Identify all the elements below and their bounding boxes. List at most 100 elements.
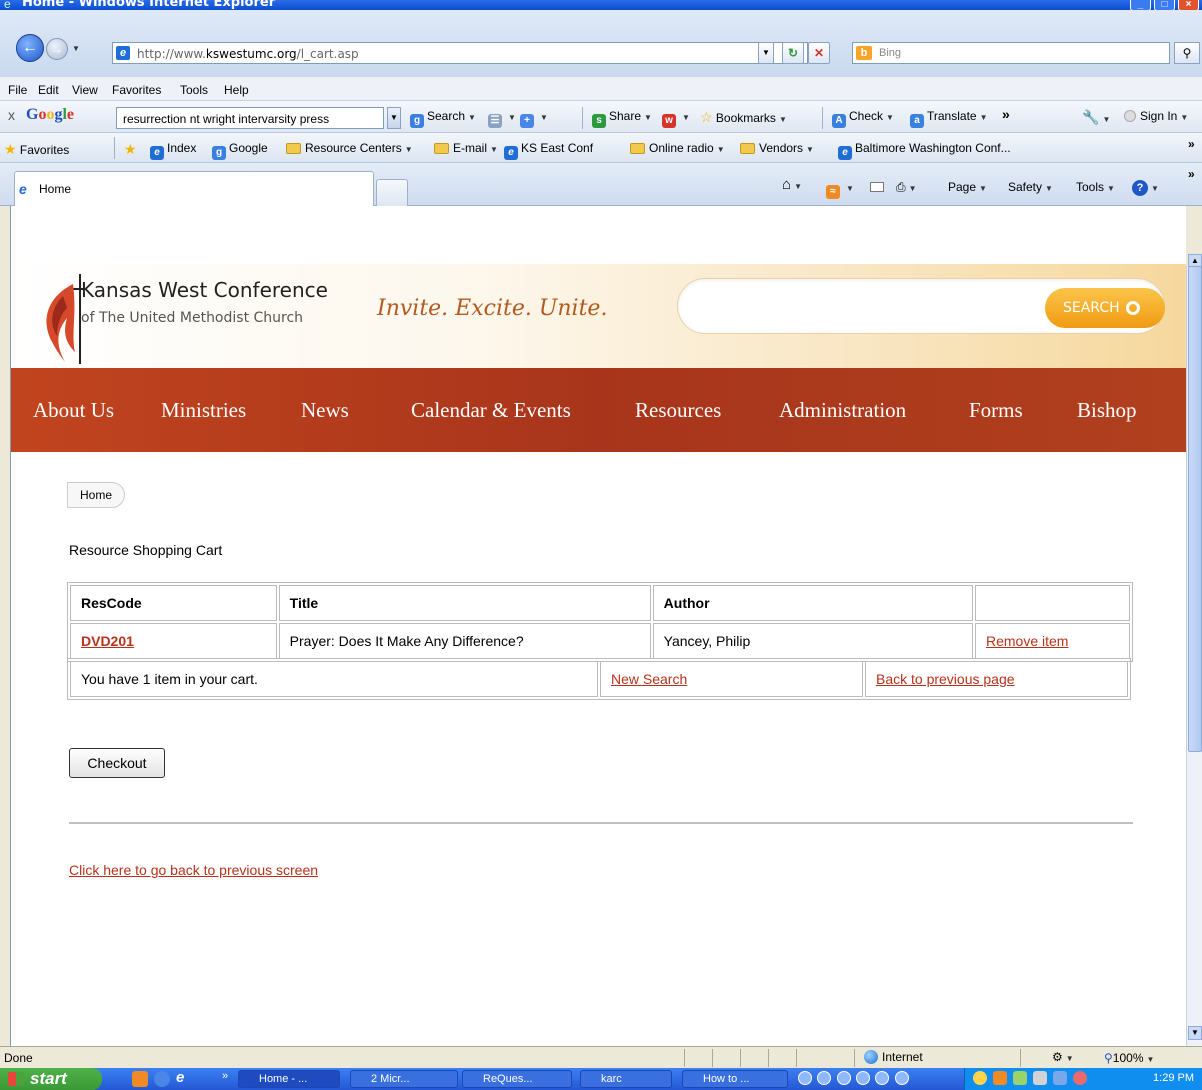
google-search-button[interactable]: g Search ▼ bbox=[410, 109, 476, 128]
bing-search-input[interactable]: b Bing bbox=[852, 42, 1170, 64]
command-overflow-button[interactable]: » bbox=[1188, 167, 1195, 181]
media-button-icon[interactable] bbox=[836, 1071, 851, 1085]
breadcrumb-home[interactable]: Home bbox=[67, 482, 126, 508]
nav-news[interactable]: News bbox=[301, 398, 349, 423]
tab-home[interactable]: e Home bbox=[14, 171, 374, 206]
search-go-button[interactable]: ⚲ bbox=[1174, 42, 1200, 64]
close-toolbar-icon[interactable]: x bbox=[8, 107, 15, 123]
menu-tools[interactable]: Tools bbox=[180, 83, 208, 97]
tray-icon[interactable] bbox=[973, 1071, 987, 1085]
protected-mode-icon[interactable]: ⚙ ▼ bbox=[1052, 1050, 1074, 1064]
nav-about-us[interactable]: About Us bbox=[33, 398, 114, 423]
favorites-button[interactable]: ★ Favorites bbox=[4, 141, 69, 158]
favorite-ks-east-conf[interactable]: e KS East Conf bbox=[504, 141, 593, 160]
rescode-link[interactable]: DVD201 bbox=[81, 633, 134, 649]
help-button[interactable]: ? ▼ bbox=[1132, 180, 1159, 196]
tray-icon[interactable] bbox=[1033, 1071, 1047, 1085]
nav-administration[interactable]: Administration bbox=[779, 398, 906, 423]
back-button[interactable]: ← bbox=[16, 34, 44, 62]
favorite-email[interactable]: E-mail ▼ bbox=[434, 141, 498, 155]
menu-favorites[interactable]: Favorites bbox=[112, 83, 161, 97]
nav-ministries[interactable]: Ministries bbox=[161, 398, 246, 423]
security-zone[interactable]: Internet bbox=[864, 1050, 923, 1064]
translate-button[interactable]: a Translate ▼ bbox=[910, 109, 988, 128]
media-button-icon[interactable] bbox=[875, 1071, 890, 1085]
tray-icon[interactable] bbox=[993, 1071, 1007, 1085]
menu-edit[interactable]: Edit bbox=[38, 83, 59, 97]
ie-quicklaunch-icon[interactable]: e bbox=[176, 1069, 184, 1086]
scroll-down-icon[interactable]: ▼ bbox=[1188, 1026, 1202, 1040]
nav-calendar-events[interactable]: Calendar & Events bbox=[411, 398, 571, 423]
nav-forms[interactable]: Forms bbox=[969, 398, 1023, 423]
menu-help[interactable]: Help bbox=[224, 83, 249, 97]
bookmarks-button[interactable]: ☆ Bookmarks ▼ bbox=[700, 109, 787, 126]
start-button[interactable]: start bbox=[0, 1068, 102, 1090]
menu-view[interactable]: View bbox=[72, 83, 98, 97]
google-search-input[interactable]: resurrection nt wright intervarsity pres… bbox=[116, 107, 384, 129]
media-button-icon[interactable] bbox=[856, 1071, 871, 1085]
taskbar-item-microsoft[interactable]: 2 Micr... bbox=[350, 1070, 458, 1088]
google-query-dropdown[interactable]: ▼ bbox=[387, 107, 401, 129]
menu-file[interactable]: File bbox=[8, 83, 27, 97]
taskbar-item-how-to[interactable]: How to ... bbox=[682, 1070, 788, 1088]
tray-icon[interactable] bbox=[1073, 1071, 1087, 1085]
minimize-button[interactable]: _ bbox=[1130, 0, 1151, 10]
sidewiki-button[interactable]: w ▼ bbox=[662, 109, 690, 128]
new-tab-button[interactable] bbox=[376, 179, 408, 206]
toolbar-options-button[interactable]: ☰ ▼ bbox=[488, 109, 516, 128]
spell-check-button[interactable]: A Check ▼ bbox=[832, 109, 894, 128]
media-player-controls[interactable] bbox=[798, 1071, 958, 1087]
tray-icon[interactable] bbox=[1053, 1071, 1067, 1085]
quicklaunch-icon[interactable] bbox=[132, 1071, 148, 1087]
refresh-button[interactable]: ↻ bbox=[782, 42, 804, 64]
media-button-icon[interactable] bbox=[798, 1071, 812, 1085]
media-button-icon[interactable] bbox=[817, 1071, 832, 1085]
taskbar-item-home[interactable]: Home - ... bbox=[238, 1070, 340, 1088]
favorite-baltimore-washington[interactable]: e Baltimore Washington Conf... bbox=[838, 141, 1011, 160]
taskbar-item-request[interactable]: ReQues... bbox=[462, 1070, 572, 1088]
maximize-button[interactable]: □ bbox=[1154, 0, 1175, 10]
close-window-button[interactable]: × bbox=[1178, 0, 1199, 10]
favorite-google[interactable]: g Google bbox=[212, 141, 268, 160]
favorites-overflow-button[interactable]: » bbox=[1188, 137, 1195, 151]
favorite-vendors[interactable]: Vendors ▼ bbox=[740, 141, 814, 155]
taskbar-item-karc[interactable]: karc bbox=[580, 1070, 672, 1088]
safety-menu-button[interactable]: Safety ▼ bbox=[1008, 180, 1053, 194]
back-to-previous-link[interactable]: Back to previous page bbox=[876, 671, 1015, 687]
address-dropdown-button[interactable]: ▼ bbox=[758, 42, 774, 64]
recent-pages-dropdown-icon[interactable]: ▼ bbox=[72, 44, 80, 53]
favorite-index[interactable]: e Index bbox=[150, 141, 196, 160]
print-button[interactable]: ⎙ ▼ bbox=[896, 180, 917, 195]
new-search-link[interactable]: New Search bbox=[611, 671, 687, 687]
nav-resources[interactable]: Resources bbox=[635, 398, 721, 423]
nav-bishop[interactable]: Bishop bbox=[1077, 398, 1137, 423]
stop-button[interactable]: ✕ bbox=[808, 42, 830, 64]
home-button[interactable]: ⌂ ▼ bbox=[782, 176, 802, 193]
favorite-resource-centers[interactable]: Resource Centers ▼ bbox=[286, 141, 413, 155]
read-mail-button[interactable] bbox=[870, 180, 884, 194]
taskbar-clock[interactable]: 1:29 PM bbox=[1153, 1072, 1194, 1084]
address-input[interactable]: e http://www.kswestumc.org/l_cart.asp bbox=[112, 42, 808, 64]
media-button-icon[interactable] bbox=[894, 1071, 909, 1085]
tools-menu-button[interactable]: Tools ▼ bbox=[1076, 180, 1115, 194]
favorite-online-radio[interactable]: Online radio ▼ bbox=[630, 141, 725, 155]
quicklaunch-overflow-icon[interactable]: » bbox=[222, 1070, 228, 1082]
vertical-scrollbar[interactable]: ▲ ▼ bbox=[1186, 254, 1202, 1046]
scroll-thumb[interactable] bbox=[1188, 266, 1202, 752]
toolbar-plus-button[interactable]: + ▼ bbox=[520, 109, 548, 128]
remove-item-link[interactable]: Remove item bbox=[986, 633, 1068, 649]
zoom-level-button[interactable]: ⚲100% ▼ bbox=[1104, 1051, 1154, 1065]
wrench-settings-button[interactable]: 🔧 ▼ bbox=[1082, 109, 1110, 126]
tray-icon[interactable] bbox=[1013, 1071, 1027, 1085]
sign-in-button[interactable]: Sign In ▼ bbox=[1124, 109, 1188, 123]
checkout-button[interactable]: Checkout bbox=[69, 748, 165, 778]
quicklaunch-icon[interactable] bbox=[154, 1071, 170, 1087]
back-to-previous-screen-link[interactable]: Click here to go back to previous screen bbox=[69, 862, 318, 878]
toolbar-overflow-button[interactable]: » bbox=[1002, 106, 1010, 122]
add-to-favorites-button[interactable]: ★ bbox=[124, 141, 137, 158]
feeds-button[interactable]: ≈ ▼ bbox=[826, 180, 854, 199]
share-button[interactable]: s Share ▼ bbox=[592, 109, 652, 128]
site-search-button[interactable]: SEARCH bbox=[1045, 288, 1165, 328]
forward-button[interactable]: → bbox=[46, 38, 68, 60]
page-menu-button[interactable]: Page ▼ bbox=[948, 180, 987, 194]
